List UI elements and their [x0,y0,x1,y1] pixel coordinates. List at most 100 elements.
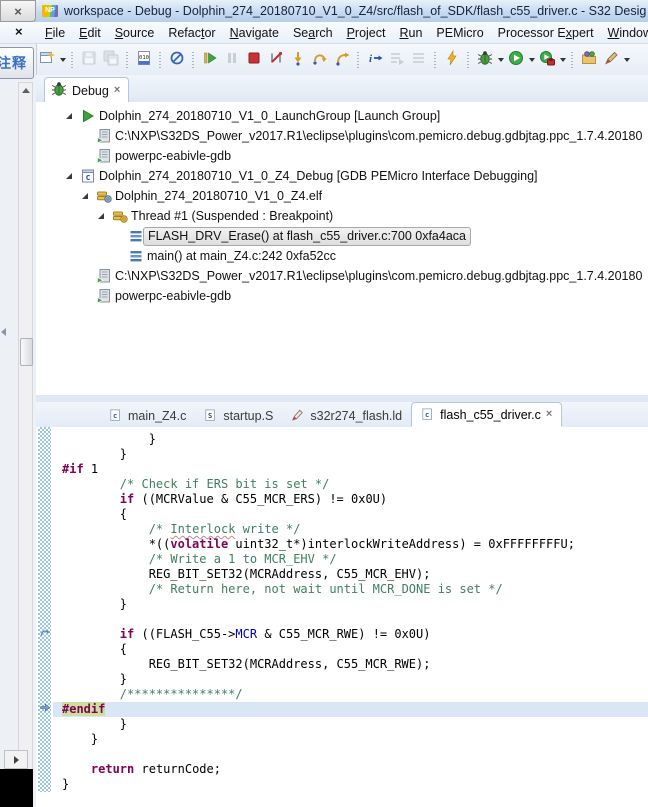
code-area[interactable]: } } #if 1 /* Check if ERS bit is set */ i… [53,427,648,792]
debug-tree-row[interactable]: powerpc-eabivle-gdb [36,286,648,306]
tab-s32r274-flash-ld[interactable]: s32r274_flash.ld [282,404,411,427]
menu-window[interactable]: Window [601,24,648,42]
disconnect-button[interactable] [265,49,287,71]
save-all-button[interactable] [100,49,122,71]
tree-expand-icon[interactable] [82,193,88,199]
code-line[interactable] [62,612,648,627]
debug-tree-row[interactable]: powerpc-eabivle-gdb [36,146,648,166]
step-over-button[interactable] [309,49,331,71]
tab-flash-c55-driver-c[interactable]: c flash_c55_driver.c × [411,402,563,427]
suspend-button[interactable] [221,49,243,71]
code-line[interactable]: } [62,432,648,447]
code-line[interactable]: { [62,642,648,657]
step-into-button[interactable] [287,49,309,71]
annotation-tool-button[interactable]: 注释 [0,47,34,79]
code-token: ((FLASH_C55-> [134,627,236,641]
menu-source[interactable]: Source [108,24,162,42]
code-line[interactable]: /* Return here, not wait until MCR_DONE … [62,582,648,597]
debug-tree-row[interactable]: Dolphin_274_20180710_V1_0_LaunchGroup [L… [36,106,648,126]
menu-project[interactable]: Project [340,24,393,42]
close-icon[interactable]: × [546,409,552,420]
code-line[interactable]: /* Check if ERS bit is set */ [62,477,648,492]
menu-pemicro[interactable]: PEMicro [429,24,490,42]
code-line[interactable]: { [62,507,648,522]
close-icon[interactable]: × [114,85,120,96]
binary-console-button[interactable]: 010 [133,49,155,71]
menu-refactor[interactable]: Refactor [161,24,222,42]
code-line[interactable]: #endif [53,702,648,717]
menu-edit[interactable]: Edit [72,24,108,42]
debug-tree-row[interactable]: Dolphin_274_20180710_V1_0_Z4.elf [36,186,648,206]
menu-navigate[interactable]: Navigate [223,24,286,42]
step-return-button[interactable] [331,49,353,71]
scroll-right-button[interactable] [4,750,28,769]
new-wizard-button-dropdown[interactable] [58,49,67,71]
menu-search[interactable]: Search [286,24,340,42]
code-line[interactable]: REG_BIT_SET32(MCRAddress, C55_MCR_RWE); [62,657,648,672]
mnemonic: S [114,25,124,40]
tab-main-z4-c[interactable]: c main_Z4.c [100,404,195,427]
code-line[interactable]: /* Interlock write */ [62,522,648,537]
tree-expand-icon[interactable] [66,173,72,179]
code-line[interactable]: /***************/ [62,687,648,702]
code-line[interactable]: } [62,447,648,462]
instruction-stepping-button[interactable]: i [364,49,386,71]
code-line[interactable]: /* Write a 1 to MCR_EHV */ [62,552,648,567]
external-tools-button-dropdown[interactable] [558,49,567,71]
code-line[interactable]: } [62,777,648,792]
code-line[interactable]: } [62,672,648,687]
new-wizard-button[interactable] [36,49,58,71]
external-tools-button[interactable] [536,49,558,71]
code-line[interactable]: } [62,597,648,612]
code-line[interactable]: #if 1 [62,462,648,477]
caller-arrow-icon[interactable] [39,628,53,640]
collapse-handle-icon[interactable] [1,328,6,336]
debug-button-dropdown[interactable] [496,49,505,71]
marker-button-dropdown[interactable] [622,49,631,71]
code-token: returnCode; [134,762,221,776]
code-line[interactable]: } [62,717,648,732]
code-line[interactable]: if ((FLASH_C55->MCR & C55_MCR_RWE) != 0x… [62,627,648,642]
show-full-paths-button[interactable] [386,49,408,71]
code-editor[interactable]: } } #if 1 /* Check if ERS bit is set */ i… [36,427,648,807]
background-window-close-button[interactable]: × [0,0,36,22]
debug-tree-row[interactable]: C:\NXP\S32DS_Power_v2017.R1\eclipse\plug… [36,126,648,146]
terminate-button[interactable] [243,49,265,71]
run-button-dropdown[interactable] [527,49,536,71]
code-line[interactable]: } [62,732,648,747]
run-button[interactable] [505,49,527,71]
skip-all-breakpoints-button[interactable] [166,49,188,71]
flash-programmer-button[interactable] [441,49,463,71]
panel-sash[interactable] [36,395,648,402]
overlay-close-icon[interactable]: × [15,24,23,39]
debug-button[interactable] [474,49,496,71]
debug-tree-row[interactable]: FLASH_DRV_Erase() at flash_c55_driver.c:… [36,226,648,246]
tab-debug[interactable]: Debug × [44,77,130,103]
code-line[interactable]: *((volatile uint32_t*)interlockWriteAddr… [62,537,648,552]
debug-tree-row[interactable]: c Dolphin_274_20180710_V1_0_Z4_Debug [GDB… [36,166,648,186]
tree-expand-icon[interactable] [66,113,72,119]
save-button[interactable] [78,49,100,71]
debug-tree-row[interactable]: main() at main_Z4.c:242 0xfa52cc [36,246,648,266]
scrollbar-thumb[interactable] [20,338,33,366]
open-wizard-button[interactable] [578,49,600,71]
annotation-ruler[interactable] [36,427,53,792]
code-line[interactable]: return returnCode; [62,762,648,777]
instruction-pointer-icon[interactable] [39,703,53,715]
debug-tree-row[interactable]: Thread #1 (Suspended : Breakpoint) [36,206,648,226]
marker-button[interactable] [600,49,622,71]
menu-file[interactable]: File [38,24,72,42]
pin-debug-context-button[interactable] [408,49,430,71]
code-line[interactable]: REG_BIT_SET32(MCRAddress, C55_MCR_EHV); [62,567,648,582]
code-line[interactable]: if ((MCRValue & C55_MCR_ERS) != 0x0U) [62,492,648,507]
tree-expand-icon[interactable] [98,213,104,219]
left-scrollbar[interactable] [18,82,33,792]
menu-processor-expert[interactable]: Processor Expert [491,24,601,42]
scroll-up-button[interactable] [19,83,32,98]
code-line[interactable] [62,747,648,762]
resume-button[interactable] [199,49,221,71]
debug-tree-row[interactable]: C:\NXP\S32DS_Power_v2017.R1\eclipse\plug… [36,266,648,286]
menu-run[interactable]: Run [392,24,429,42]
tab-startup-s[interactable]: Sstartup.S [195,404,282,427]
